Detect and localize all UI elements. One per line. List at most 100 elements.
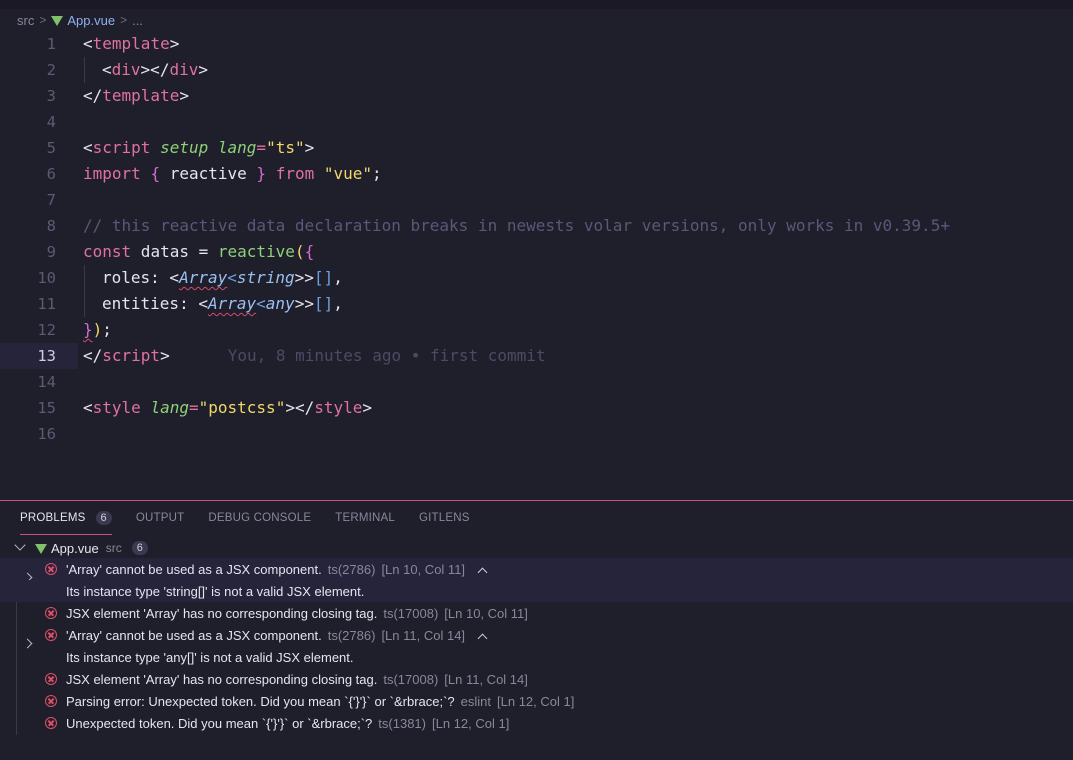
problem-location: [Ln 12, Col 1] [432, 715, 510, 731]
code-token-error: Array [207, 294, 257, 313]
code-token: reactive [217, 242, 295, 261]
problem-item[interactable]: 'Array' cannot be used as a JSX componen… [0, 558, 1073, 583]
git-blame-annotation: You, 8 minutes ago • first commit [227, 346, 546, 365]
problem-item[interactable]: Unexpected token. Did you mean `{'}'}` o… [0, 712, 1073, 734]
code-token: "ts" [266, 138, 305, 157]
problem-source: ts(2786) [327, 561, 376, 577]
problem-detail-text: Its instance type 'string[]' is not a va… [66, 583, 365, 599]
line-number: 9 [46, 243, 56, 261]
code-token: setup [160, 138, 209, 157]
code-line: 2 <div></div> [0, 57, 1073, 83]
code-token: "vue" [323, 164, 373, 183]
code-token: ></ [285, 398, 315, 417]
code-token: > [362, 398, 373, 417]
code-token-error: } [83, 320, 93, 339]
code-line: 5 <script setup lang="ts"> [0, 135, 1073, 161]
breadcrumb-folder[interactable]: src [17, 13, 34, 28]
problem-item[interactable]: 'Array' cannot be used as a JSX componen… [0, 624, 1073, 649]
code-token: < [83, 138, 93, 157]
line-number: 4 [46, 113, 56, 131]
code-line: 8 // this reactive data declaration brea… [0, 213, 1073, 239]
chevron-right-icon: > [39, 13, 47, 27]
error-icon [45, 673, 57, 685]
problem-message: JSX element 'Array' has no corresponding… [66, 671, 378, 687]
breadcrumb-file[interactable]: App.vue [67, 13, 115, 28]
code-comment: // this reactive data declaration breaks… [83, 216, 950, 235]
code-token: ( [294, 242, 305, 261]
code-token: from [275, 164, 315, 183]
problem-source: eslint [460, 693, 492, 709]
line-number: 13 [0, 343, 78, 369]
code-line: 14 [0, 369, 1073, 395]
line-number: 2 [46, 61, 56, 79]
chevron-up-icon[interactable] [477, 633, 488, 643]
code-token: style [314, 398, 363, 417]
code-line: 12 }); [0, 317, 1073, 343]
problem-location: [Ln 11, Col 14] [381, 627, 466, 643]
error-icon [45, 563, 57, 575]
code-token: ; [372, 164, 382, 183]
problems-file-group[interactable]: App.vue src 6 [0, 537, 1073, 559]
code-token: div [169, 60, 199, 79]
problem-item[interactable]: JSX element 'Array' has no corresponding… [0, 602, 1073, 624]
chevron-up-icon[interactable] [477, 567, 488, 577]
breadcrumb-more[interactable]: ... [132, 13, 143, 28]
problems-file-folder: src [105, 541, 122, 555]
code-token: , [333, 294, 343, 313]
code-token: = [188, 398, 199, 417]
code-token: { [304, 242, 315, 261]
code-token: "postcss" [198, 398, 286, 417]
vue-file-icon [35, 544, 47, 554]
problem-message: Unexpected token. Did you mean `{'}'}` o… [66, 715, 373, 731]
code-token: > [160, 346, 170, 365]
code-token: any [265, 294, 295, 313]
tab-label: TERMINAL [335, 512, 396, 524]
indent-guide [84, 57, 85, 83]
problem-source: ts(17008) [383, 671, 439, 687]
tab-label: DEBUG CONSOLE [208, 512, 312, 524]
tab-terminal[interactable]: TERMINAL [335, 512, 395, 524]
indent-guide [84, 291, 85, 317]
code-line: 1 <template> [0, 31, 1073, 57]
tab-gitlens[interactable]: GITLENS [419, 512, 470, 524]
title-band [0, 0, 1073, 9]
code-token: > [179, 86, 189, 105]
chevron-right-icon: > [120, 13, 128, 27]
tab-label: PROBLEMS [20, 512, 86, 524]
problems-file-name: App.vue [51, 540, 99, 556]
tab-problems[interactable]: PROBLEMS 6 [20, 511, 112, 535]
code-token: < [102, 60, 112, 79]
code-token: roles: < [102, 268, 180, 287]
code-token: } [256, 164, 267, 183]
line-number: 12 [37, 321, 56, 339]
code-line: 3 </template> [0, 83, 1073, 109]
problem-detail-text: Its instance type 'any[]' is not a valid… [66, 649, 354, 665]
tab-label: OUTPUT [135, 512, 185, 524]
code-line-current: 13 </script> You, 8 minutes ago • first c… [0, 343, 1073, 369]
problem-message: JSX element 'Array' has no corresponding… [66, 605, 378, 621]
problem-message: 'Array' cannot be used as a JSX componen… [66, 627, 322, 643]
code-line: 16 [0, 421, 1073, 447]
line-number: 10 [37, 269, 56, 287]
chevron-down-icon[interactable] [14, 539, 26, 551]
code-line: 6 import { reactive } from "vue"; [0, 161, 1073, 187]
problem-location: [Ln 11, Col 14] [444, 671, 528, 687]
code-token: script [92, 138, 151, 157]
tab-debug-console[interactable]: DEBUG CONSOLE [208, 512, 311, 524]
code-token: [] [313, 294, 334, 313]
code-line: 4 [0, 109, 1073, 135]
error-icon [45, 607, 57, 619]
code-token: = [256, 138, 267, 157]
problem-location: [Ln 10, Col 11] [444, 605, 528, 621]
line-number: 3 [46, 87, 56, 105]
vue-file-icon [51, 16, 64, 26]
problem-item[interactable]: JSX element 'Array' has no corresponding… [0, 668, 1073, 690]
code-editor[interactable]: 1 <template> 2 <div></div> 3 </template>… [0, 31, 1073, 499]
file-problems-count-badge: 6 [131, 541, 148, 555]
tab-output[interactable]: OUTPUT [136, 512, 184, 524]
problem-item[interactable]: Parsing error: Unexpected token. Did you… [0, 690, 1073, 712]
